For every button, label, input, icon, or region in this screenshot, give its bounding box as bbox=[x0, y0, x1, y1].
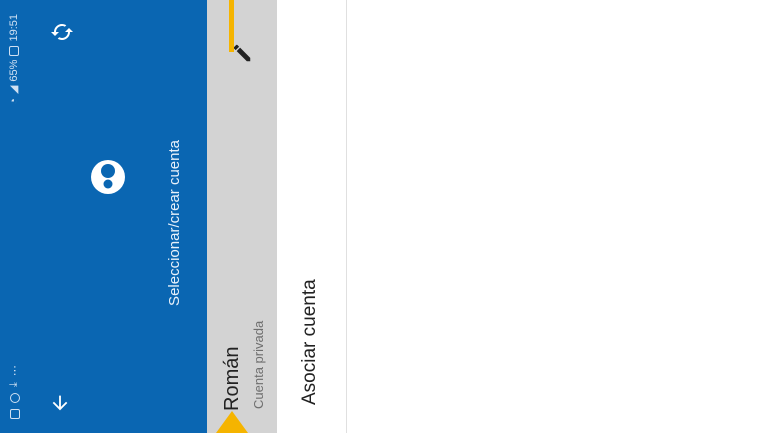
highlight-marker-bar bbox=[229, 0, 234, 52]
account-type: Cuenta privada bbox=[251, 320, 266, 409]
link-account-item[interactable]: Asociar cuenta bbox=[277, 0, 347, 433]
battery-percent: 65% bbox=[7, 59, 20, 82]
pencil-icon bbox=[233, 44, 251, 62]
sync-button[interactable] bbox=[40, 10, 84, 54]
page-title: Seleccionar/crear cuenta bbox=[166, 140, 183, 306]
link-account-label: Asociar cuenta bbox=[299, 279, 320, 405]
status-bar: ⤓ ⋯ ◔ ◢ 65% 19:51 bbox=[0, 0, 26, 433]
download-notification-icon: ⤓ bbox=[8, 382, 20, 387]
app-logo-icon bbox=[91, 160, 125, 194]
status-time: 19:51 bbox=[7, 14, 20, 42]
battery-icon bbox=[8, 45, 19, 56]
app-header: ⤓ ⋯ ◔ ◢ 65% 19:51 Seleccionar/crear cuen… bbox=[0, 0, 207, 433]
status-bar-system: ◔ ◢ 65% 19:51 bbox=[7, 14, 21, 105]
wifi-icon: ◔ bbox=[7, 98, 20, 105]
app-logo bbox=[88, 157, 128, 197]
gallery-notification-icon bbox=[9, 409, 20, 419]
more-notifications-icon: ⋯ bbox=[9, 365, 21, 377]
status-bar-notifications: ⤓ ⋯ bbox=[8, 365, 21, 419]
signal-icon: ◢ bbox=[8, 85, 20, 95]
account-name: Román bbox=[221, 346, 243, 411]
account-item[interactable]: Román Cuenta privada bbox=[207, 0, 277, 433]
sync-icon bbox=[51, 24, 73, 40]
screenshot-stage: ⤓ ⋯ ◔ ◢ 65% 19:51 Seleccionar/crear cuen… bbox=[0, 0, 762, 433]
clock-notification-icon bbox=[9, 393, 20, 403]
arrow-back-icon bbox=[52, 395, 68, 411]
phone-screen: ⤓ ⋯ ◔ ◢ 65% 19:51 Seleccionar/crear cuen… bbox=[0, 0, 762, 433]
back-button[interactable] bbox=[40, 383, 80, 423]
highlight-arrow-icon bbox=[216, 411, 248, 433]
